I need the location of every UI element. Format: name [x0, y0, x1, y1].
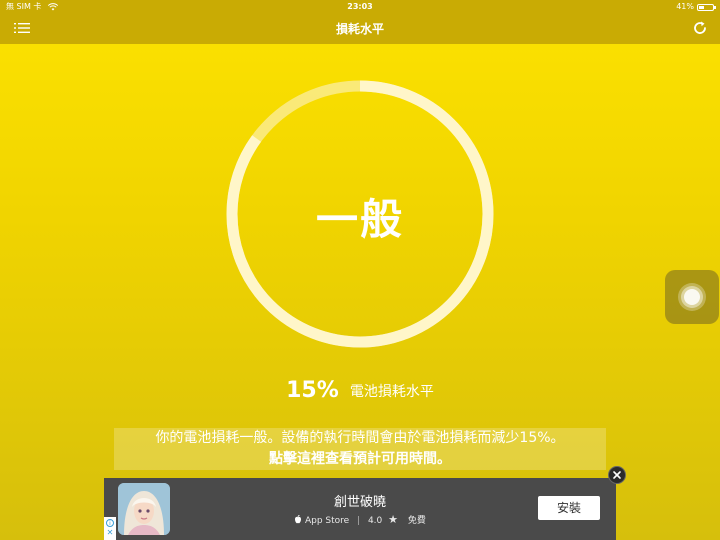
- view-runtime-link[interactable]: 點擊這裡查看預計可用時間。: [114, 449, 606, 469]
- close-icon[interactable]: [608, 466, 626, 484]
- ad-banner[interactable]: 創世破曉 App Store 4.0 ★ 免費 安裝: [104, 478, 616, 540]
- status-time: 23:03: [347, 2, 373, 11]
- battery-indicator: 41%: [676, 0, 716, 14]
- wear-level-text: 一般: [315, 195, 404, 244]
- ad-store: App Store: [304, 516, 350, 526]
- info-icon: i: [106, 519, 114, 527]
- assistive-touch-button[interactable]: [665, 270, 719, 324]
- wear-percent: 15%: [286, 378, 339, 403]
- star-icon: ★: [388, 513, 399, 526]
- battery-fill: [699, 5, 705, 9]
- wear-description: 你的電池損耗一般。設備的執行時間會由於電池損耗而減少15%。 點擊這裡查看預計可…: [114, 428, 606, 470]
- meta-divider: [358, 516, 360, 525]
- assistive-touch-ring-inner: [684, 289, 700, 305]
- adchoices-badge[interactable]: i ✕: [104, 517, 116, 540]
- battery-icon: [697, 3, 716, 11]
- ad-price: 免費: [407, 516, 426, 526]
- description-text: 你的電池損耗一般。設備的執行時間會由於電池損耗而減少15%。: [155, 430, 565, 446]
- status-bar: 無 SIM 卡 23:03 41%: [0, 0, 720, 14]
- battery-wear-summary: 15% 電池損耗水平: [0, 378, 720, 403]
- ad-rating: 4.0: [367, 516, 383, 526]
- battery-percent: 41%: [676, 2, 694, 11]
- wear-label: 電池損耗水平: [349, 383, 434, 400]
- dismiss-icon: ✕: [106, 528, 114, 537]
- install-button[interactable]: 安裝: [538, 496, 600, 520]
- apple-icon: [294, 514, 305, 526]
- refresh-icon[interactable]: [692, 20, 708, 36]
- page-title: 損耗水平: [335, 22, 384, 36]
